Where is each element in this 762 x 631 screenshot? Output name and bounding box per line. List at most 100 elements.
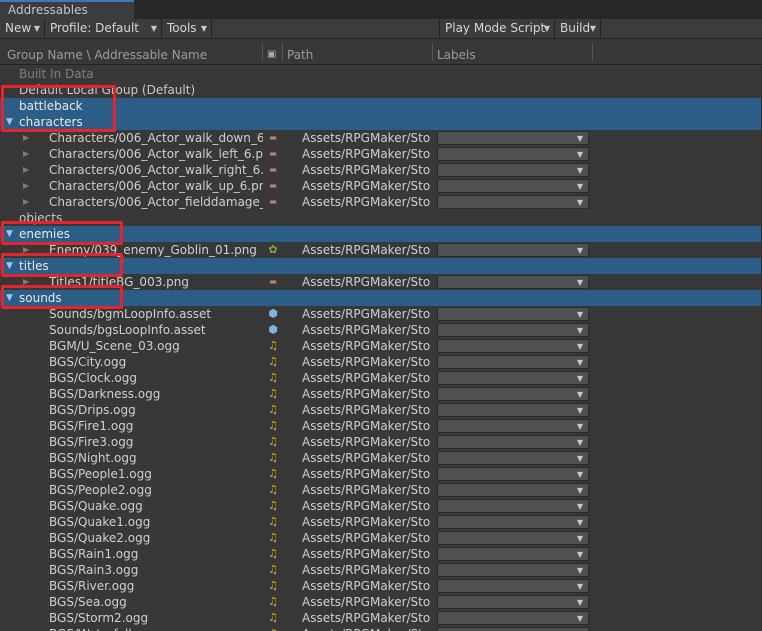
labels-dropdown[interactable]: ▼ — [437, 403, 589, 417]
entry-row[interactable]: BGS/People1.ogg ♫ Assets/RPGMaker/Storage ▼ — [0, 466, 762, 482]
group-titles[interactable]: ▼ titles — [0, 258, 762, 274]
labels-dropdown[interactable]: ▼ — [437, 355, 589, 369]
expand-arrow-icon[interactable]: ▼ — [6, 226, 13, 242]
entry-row[interactable]: ▶ Characters/006_Actor_fielddamage_8.png ▬… — [0, 194, 762, 210]
group-characters[interactable]: ▼ characters — [0, 114, 762, 130]
build-button[interactable]: Build ▼ — [555, 19, 601, 38]
header-path[interactable]: Path — [287, 39, 313, 64]
labels-dropdown[interactable]: ▼ — [437, 595, 589, 609]
labels-dropdown[interactable]: ▼ — [437, 275, 589, 289]
entry-row[interactable]: ▶ Characters/006_Actor_walk_down_6.png ▬ As… — [0, 130, 762, 146]
expand-arrow-icon[interactable]: ▼ — [6, 114, 13, 130]
sound-icon: ♫ — [268, 531, 278, 544]
entry-row[interactable]: BGS/Fire3.ogg ♫ Assets/RPGMaker/Storage ▼ — [0, 434, 762, 450]
labels-dropdown[interactable]: ▼ — [437, 563, 589, 577]
labels-dropdown[interactable]: ▼ — [437, 515, 589, 529]
expand-arrow-icon[interactable]: ▶ — [23, 194, 29, 210]
profile-dropdown[interactable]: Profile: Default ▼ — [45, 19, 162, 38]
expand-arrow-icon[interactable]: ▶ — [23, 162, 29, 178]
entry-row[interactable]: BGS/Darkness.ogg ♫ Assets/RPGMaker/Storage… — [0, 386, 762, 402]
labels-dropdown[interactable]: ▼ — [437, 179, 589, 193]
expand-arrow-icon[interactable]: ▶ — [23, 178, 29, 194]
entry-row[interactable]: BGS/Quake1.ogg ♫ Assets/RPGMaker/Storage ▼ — [0, 514, 762, 530]
entry-row[interactable]: BGS/Clock.ogg ♫ Assets/RPGMaker/Storage ▼ — [0, 370, 762, 386]
play-mode-script-button[interactable]: Play Mode Script ▼ — [439, 19, 555, 38]
labels-dropdown[interactable]: ▼ — [437, 387, 589, 401]
labels-dropdown[interactable]: ▼ — [437, 627, 589, 631]
column-divider[interactable] — [262, 43, 263, 61]
group-built-in-data[interactable]: Built In Data — [0, 66, 762, 82]
expand-arrow-icon[interactable]: ▶ — [23, 130, 29, 146]
entry-row[interactable]: ▶ Enemy/039_enemy_Goblin_01.png ✿ Assets/RP… — [0, 242, 762, 258]
chevron-down-icon: ▼ — [576, 486, 583, 495]
entry-row[interactable]: BGS/Rain3.ogg ♫ Assets/RPGMaker/Storage ▼ — [0, 562, 762, 578]
entry-row[interactable]: Sounds/bgsLoopInfo.asset ⬢ Assets/RPGMaker… — [0, 322, 762, 338]
entry-row[interactable]: BGS/People2.ogg ♫ Assets/RPGMaker/Storage ▼ — [0, 482, 762, 498]
column-header: Group Name \ Addressable Name ▣ Path Lab… — [0, 39, 762, 65]
labels-dropdown[interactable]: ▼ — [437, 419, 589, 433]
labels-dropdown[interactable]: ▼ — [437, 147, 589, 161]
labels-dropdown[interactable]: ▼ — [437, 435, 589, 449]
column-divider[interactable] — [432, 43, 433, 61]
labels-dropdown[interactable]: ▼ — [437, 467, 589, 481]
expand-arrow-icon[interactable]: ▶ — [23, 274, 29, 290]
expand-arrow-icon[interactable]: ▶ — [23, 146, 29, 162]
entry-row[interactable]: BGS/Storm2.ogg ♫ Assets/RPGMaker/Storage ▼ — [0, 610, 762, 626]
sound-icon: ♫ — [268, 547, 278, 560]
entry-row[interactable]: ▶ Characters/006_Actor_walk_right_6.png ▬ A… — [0, 162, 762, 178]
labels-dropdown[interactable]: ▼ — [437, 323, 589, 337]
column-divider[interactable] — [282, 43, 283, 61]
labels-dropdown[interactable]: ▼ — [437, 531, 589, 545]
entry-row[interactable]: BGM/U_Scene_03.ogg ♫ Assets/RPGMaker/Stora… — [0, 338, 762, 354]
entry-row[interactable]: BGS/Quake.ogg ♫ Assets/RPGMaker/Storage ▼ — [0, 498, 762, 514]
labels-dropdown[interactable]: ▼ — [437, 547, 589, 561]
entry-row[interactable]: ▶ Characters/006_Actor_walk_up_6.png ▬ Asse… — [0, 178, 762, 194]
chevron-down-icon: ▼ — [577, 627, 583, 631]
labels-dropdown[interactable]: ▼ — [437, 163, 589, 177]
labels-dropdown[interactable]: ▼ — [437, 611, 589, 625]
sound-icon: ♫ — [266, 626, 280, 631]
entry-path: Assets/RPGMaker/Storage — [302, 371, 431, 385]
column-divider[interactable] — [592, 43, 593, 61]
new-button[interactable]: New ▼ — [0, 19, 45, 38]
labels-dropdown[interactable]: ▼ — [437, 307, 589, 321]
entry-name: BGS/Storm2.ogg — [49, 611, 149, 625]
expand-arrow-icon[interactable]: ▼ — [6, 258, 13, 274]
group-objects[interactable]: objects — [0, 210, 762, 226]
labels-dropdown[interactable]: ▼ — [437, 131, 589, 145]
chevron-down-icon: ▼ — [33, 24, 40, 33]
labels-dropdown[interactable]: ▼ — [437, 195, 589, 209]
expand-arrow-icon[interactable]: ▼ — [6, 290, 13, 306]
entry-row[interactable]: Sounds/bgmLoopInfo.asset ⬢ Assets/RPGMaker… — [0, 306, 762, 322]
header-labels[interactable]: Labels — [437, 39, 476, 64]
header-name[interactable]: Group Name \ Addressable Name — [7, 39, 207, 64]
entry-row[interactable]: BGS/Waterfall.ogg♫ Assets/RPGMaker/Storag… — [0, 626, 762, 631]
entry-row[interactable]: BGS/Drips.ogg ♫ Assets/RPGMaker/Storage ▼ — [0, 402, 762, 418]
labels-dropdown[interactable]: ▼ — [437, 499, 589, 513]
labels-dropdown[interactable]: ▼ — [437, 483, 589, 497]
entry-row[interactable]: BGS/Quake2.ogg ♫ Assets/RPGMaker/Storage ▼ — [0, 530, 762, 546]
entry-row[interactable]: ▶ Titles1/titleBG_003.png ▬ Assets/RPGMaker… — [0, 274, 762, 290]
sound-icon: ♫ — [268, 563, 278, 576]
labels-dropdown[interactable]: ▼ — [437, 243, 589, 257]
entry-path: Assets/RPGMaker/Storage — [302, 531, 431, 545]
entry-row[interactable]: BGS/Night.ogg ♫ Assets/RPGMaker/Storage ▼ — [0, 450, 762, 466]
entry-row[interactable]: BGS/Fire1.ogg ♫ Assets/RPGMaker/Storage ▼ — [0, 418, 762, 434]
expand-arrow-icon[interactable]: ▶ — [23, 242, 29, 258]
entry-row[interactable]: ▶ Characters/006_Actor_walk_left_6.png ▬ As… — [0, 146, 762, 162]
labels-dropdown[interactable]: ▼ — [437, 371, 589, 385]
chevron-down-icon: ▼ — [576, 198, 583, 207]
entry-row[interactable]: BGS/River.ogg ♫ Assets/RPGMaker/Storage ▼ — [0, 578, 762, 594]
entry-row[interactable]: BGS/City.ogg ♫ Assets/RPGMaker/Storage ▼ — [0, 354, 762, 370]
group-default-local[interactable]: Default Local Group (Default) — [0, 82, 762, 98]
entry-row[interactable]: BGS/Sea.ogg ♫ Assets/RPGMaker/Storage ▼ — [0, 594, 762, 610]
labels-dropdown[interactable]: ▼ — [437, 339, 589, 353]
group-sounds[interactable]: ▼ sounds — [0, 290, 762, 306]
tools-button[interactable]: Tools ▼ — [162, 19, 212, 38]
group-enemies[interactable]: ▼ enemies — [0, 226, 762, 242]
entry-row[interactable]: BGS/Rain1.ogg ♫ Assets/RPGMaker/Storage ▼ — [0, 546, 762, 562]
group-battleback[interactable]: battleback — [0, 98, 762, 114]
labels-dropdown[interactable]: ▼ — [437, 579, 589, 593]
labels-dropdown[interactable]: ▼ — [437, 451, 589, 465]
tab-addressables-groups[interactable]: Addressables Groups — [0, 0, 134, 34]
